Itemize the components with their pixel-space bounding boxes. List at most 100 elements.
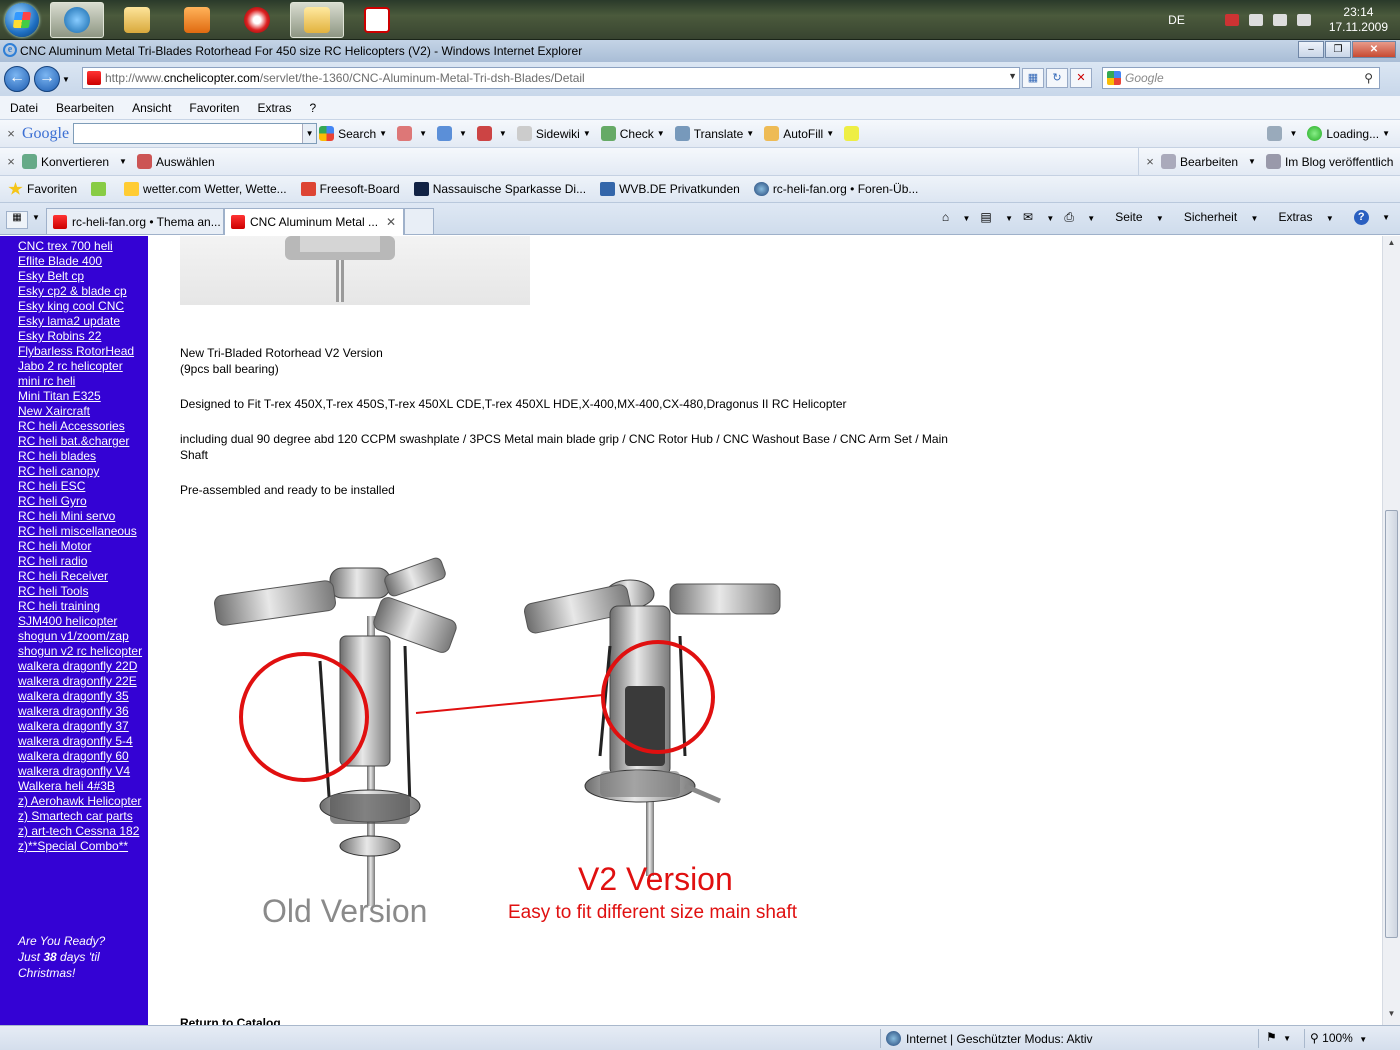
google-search-dropdown-icon[interactable]: ▼ bbox=[302, 124, 317, 143]
sidebar-link[interactable]: z) Smartech car parts bbox=[18, 809, 142, 824]
plus-button[interactable]: ▼ bbox=[436, 126, 467, 141]
scroll-thumb[interactable] bbox=[1385, 510, 1398, 938]
back-button[interactable]: ← bbox=[4, 66, 30, 92]
menu-edit[interactable]: Bearbeiten bbox=[56, 101, 114, 115]
favorites-button[interactable]: Favoriten bbox=[8, 182, 77, 196]
help-button[interactable]: ? ▼ bbox=[1344, 209, 1390, 225]
scroll-down-icon[interactable]: ▼ bbox=[1385, 1009, 1398, 1023]
sidebar-link[interactable]: CNC trex 700 heli bbox=[18, 239, 142, 254]
sidebar-link[interactable]: z) art-tech Cessna 182 bbox=[18, 824, 142, 839]
taskbar-outlook-button[interactable] bbox=[290, 1, 344, 38]
network-warning-icon[interactable] bbox=[1224, 14, 1239, 26]
return-to-catalog-link[interactable]: Return to Catalog bbox=[180, 1016, 281, 1025]
sidebar-link[interactable]: Esky Belt cp bbox=[18, 269, 142, 284]
window-titlebar[interactable]: e CNC Aluminum Metal Tri-Blades Rotorhea… bbox=[0, 40, 1400, 62]
favorite-link-sparkasse[interactable]: Nassauische Sparkasse Di... bbox=[413, 182, 586, 196]
signin-status[interactable]: Loading... ▼ bbox=[1307, 126, 1390, 141]
security-zone[interactable]: Internet | Geschützter Modus: Aktiv bbox=[886, 1031, 1093, 1046]
favorite-link-rc-heli-fan[interactable]: rc-heli-fan.org • Foren-Üb... bbox=[753, 182, 918, 196]
autofill-button[interactable]: AutoFill ▼ bbox=[764, 126, 834, 141]
sidebar-link[interactable]: walkera dragonfly 22E bbox=[18, 674, 142, 689]
sidebar-link[interactable]: SJM400 helicopter bbox=[18, 614, 142, 629]
sidebar-link[interactable]: walkera dragonfly V4 bbox=[18, 764, 142, 779]
taskbar-explorer-button[interactable] bbox=[110, 2, 164, 38]
sidebar-link[interactable]: RC heli bat.&charger bbox=[18, 434, 142, 449]
sidebar-link[interactable]: walkera dragonfly 35 bbox=[18, 689, 142, 704]
sidebar-link[interactable]: RC heli canopy bbox=[18, 464, 142, 479]
zoom-control[interactable]: ⚲ 100% ▼ bbox=[1310, 1031, 1367, 1045]
favorite-link-wetter[interactable]: wetter.com Wetter, Wette... bbox=[124, 182, 287, 196]
menu-file[interactable]: Datei bbox=[10, 101, 38, 115]
volume-icon[interactable] bbox=[1296, 14, 1311, 26]
edit-button[interactable]: Bearbeiten ▼ bbox=[1161, 154, 1256, 169]
check-button[interactable]: Check ▼ bbox=[600, 126, 665, 141]
address-bar[interactable]: http://www. cnchelicopter.com/servlet/the… bbox=[82, 67, 1020, 89]
sidebar-link[interactable]: Walkera heli 4#3B bbox=[18, 779, 142, 794]
safely-remove-icon[interactable] bbox=[1248, 14, 1263, 26]
taskbar-ie-button[interactable] bbox=[50, 1, 104, 38]
vertical-scrollbar[interactable]: ▲ ▼ bbox=[1382, 236, 1400, 1025]
sidebar-link[interactable]: Esky king cool CNC bbox=[18, 299, 142, 314]
close-convert-toolbar-icon[interactable]: × bbox=[0, 154, 22, 169]
scroll-up-icon[interactable]: ▲ bbox=[1385, 238, 1398, 252]
add-favorite-button[interactable] bbox=[91, 182, 110, 196]
sidebar-link[interactable]: shogun v1/zoom/zap bbox=[18, 629, 142, 644]
sidebar-link[interactable]: RC heli training bbox=[18, 599, 142, 614]
menu-favorites[interactable]: Favoriten bbox=[189, 101, 239, 115]
sidebar-link[interactable]: Esky lama2 update bbox=[18, 314, 142, 329]
new-tab-button[interactable] bbox=[404, 208, 434, 234]
minimize-button[interactable]: – bbox=[1298, 41, 1324, 58]
close-blog-toolbar-icon[interactable]: × bbox=[1139, 154, 1161, 169]
favorite-link-wvb[interactable]: WVB.DE Privatkunden bbox=[600, 182, 740, 196]
sidebar-link[interactable]: Flybarless RotorHead bbox=[18, 344, 142, 359]
sidebar-link[interactable]: walkera dragonfly 60 bbox=[18, 749, 142, 764]
extras-menu-button[interactable]: Extras ▼ bbox=[1268, 210, 1333, 224]
convert-button[interactable]: Konvertieren ▼ bbox=[22, 154, 127, 169]
sidebar-link[interactable]: walkera dragonfly 22D bbox=[18, 659, 142, 674]
sidebar-link[interactable]: RC heli Mini servo bbox=[18, 509, 142, 524]
search-icon[interactable]: ⚲ bbox=[1364, 68, 1373, 88]
sidebar-link[interactable]: RC heli blades bbox=[18, 449, 142, 464]
blog-button[interactable]: Im Blog veröffentlich bbox=[1265, 154, 1393, 169]
tab-cnc-aluminum[interactable]: CNC Aluminum Metal ... ✕ bbox=[224, 208, 404, 235]
taskbar-burn-button[interactable] bbox=[230, 2, 284, 38]
security-menu-button[interactable]: Sicherheit ▼ bbox=[1174, 210, 1259, 224]
sidebar-link[interactable]: z) Aerohawk Helicopter bbox=[18, 794, 142, 809]
favorite-link-freesoft[interactable]: Freesoft-Board bbox=[300, 182, 400, 196]
menu-tools[interactable]: Extras bbox=[257, 101, 291, 115]
language-indicator[interactable]: DE bbox=[1168, 13, 1185, 27]
sidebar-link[interactable]: Jabo 2 rc helicopter bbox=[18, 359, 142, 374]
tab-list-dropdown-icon[interactable]: ▼ bbox=[32, 213, 40, 222]
sidebar-link[interactable]: walkera dragonfly 37 bbox=[18, 719, 142, 734]
sidebar-link[interactable]: shogun v2 rc helicopter bbox=[18, 644, 142, 659]
sidebar-link[interactable]: RC heli Motor bbox=[18, 539, 142, 554]
start-button[interactable] bbox=[0, 0, 44, 40]
popup-blocker-button[interactable]: ▼ bbox=[476, 126, 507, 141]
quick-tabs-button[interactable]: ▦ bbox=[6, 211, 28, 229]
close-button[interactable]: ✕ bbox=[1352, 41, 1396, 58]
sidewiki-button[interactable]: Sidewiki ▼ bbox=[516, 126, 591, 141]
history-dropdown-icon[interactable]: ▼ bbox=[62, 75, 70, 84]
clock[interactable]: 23:14 17.11.2009 bbox=[1329, 5, 1388, 35]
sidebar-link[interactable]: Esky Robins 22 bbox=[18, 329, 142, 344]
sidebar-link[interactable]: Mini Titan E325 bbox=[18, 389, 142, 404]
signal-icon[interactable] bbox=[1272, 14, 1287, 26]
sidebar-link[interactable]: New Xaircraft bbox=[18, 404, 142, 419]
sidebar-link[interactable]: RC heli Receiver bbox=[18, 569, 142, 584]
bookmark-button[interactable]: ▼ bbox=[397, 126, 427, 141]
menu-help[interactable]: ? bbox=[309, 101, 316, 115]
print-button[interactable]: ⎙ ▼ bbox=[1064, 210, 1095, 225]
restore-button[interactable]: ❐ bbox=[1325, 41, 1351, 58]
forward-button[interactable]: → bbox=[34, 66, 60, 92]
taskbar-acrobat-button[interactable] bbox=[350, 2, 404, 38]
sidebar-link[interactable]: walkera dragonfly 36 bbox=[18, 704, 142, 719]
stop-icon[interactable]: ✕ bbox=[1070, 68, 1092, 88]
sidebar-link[interactable]: RC heli ESC bbox=[18, 479, 142, 494]
close-toolbar-icon[interactable]: × bbox=[0, 126, 22, 141]
google-search-button[interactable]: Search ▼ bbox=[319, 126, 387, 141]
address-dropdown-icon[interactable]: ▼ bbox=[1008, 71, 1017, 81]
menu-view[interactable]: Ansicht bbox=[132, 101, 171, 115]
settings-button[interactable]: ▼ bbox=[1267, 126, 1297, 141]
sidebar-link[interactable]: RC heli Tools bbox=[18, 584, 142, 599]
compatibility-view-icon[interactable]: ▦ bbox=[1022, 68, 1044, 88]
